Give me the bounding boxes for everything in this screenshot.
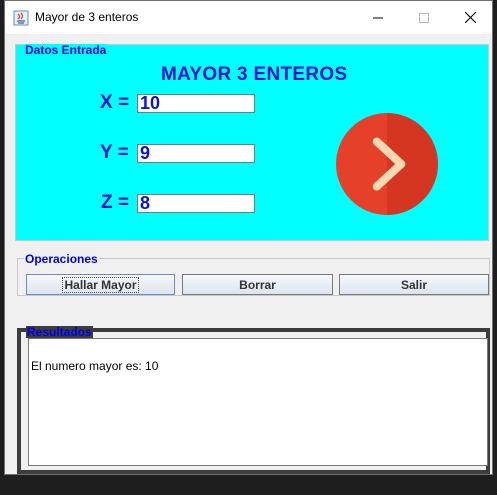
- resultados-legend: Resultados: [26, 325, 93, 339]
- background-editor-bottom: [0, 475, 497, 495]
- resultados-textarea[interactable]: El numero mayor es: 10: [28, 338, 488, 466]
- hallar-mayor-label: Hallar Mayor: [62, 276, 139, 293]
- y-input[interactable]: 9: [137, 144, 255, 163]
- maximize-icon: [419, 12, 429, 23]
- close-icon: [464, 12, 476, 23]
- operaciones-legend: Operaciones: [24, 252, 99, 266]
- minimize-icon: [373, 17, 383, 18]
- content-pane: Datos Entrada MAYOR 3 ENTEROS X = 10 Y =…: [5, 34, 492, 474]
- x-input[interactable]: 10: [137, 94, 255, 113]
- close-button[interactable]: [447, 1, 492, 34]
- app-window: Mayor de 3 enteros Datos Entrada MAYOR 3…: [4, 0, 493, 475]
- z-input[interactable]: 8: [137, 194, 255, 213]
- chevron-right-circle-icon: [336, 113, 438, 215]
- minimize-button[interactable]: [355, 1, 401, 34]
- borrar-button[interactable]: Borrar: [182, 274, 333, 295]
- hallar-mayor-button[interactable]: Hallar Mayor: [26, 274, 175, 295]
- datos-entrada-panel: Datos Entrada MAYOR 3 ENTEROS X = 10 Y =…: [15, 44, 489, 241]
- z-label: Z =: [101, 192, 129, 213]
- maximize-button[interactable]: [401, 1, 447, 34]
- resultados-panel: Resultados El numero mayor es: 10: [17, 325, 490, 474]
- x-label: X =: [100, 92, 130, 113]
- salir-button[interactable]: Salir: [339, 274, 489, 295]
- main-heading: MAYOR 3 ENTEROS: [161, 64, 348, 85]
- salir-label: Salir: [400, 277, 427, 292]
- title-bar: Mayor de 3 enteros: [5, 1, 492, 34]
- operaciones-panel: Operaciones Hallar Mayor Borrar Salir: [17, 253, 490, 296]
- java-app-icon: [13, 10, 29, 26]
- borrar-label: Borrar: [239, 277, 276, 292]
- result-text: El numero mayor es: 10: [31, 359, 159, 373]
- window-title: Mayor de 3 enteros: [35, 10, 139, 24]
- datos-entrada-legend: Datos Entrada: [24, 43, 108, 57]
- y-label: Y =: [100, 142, 129, 163]
